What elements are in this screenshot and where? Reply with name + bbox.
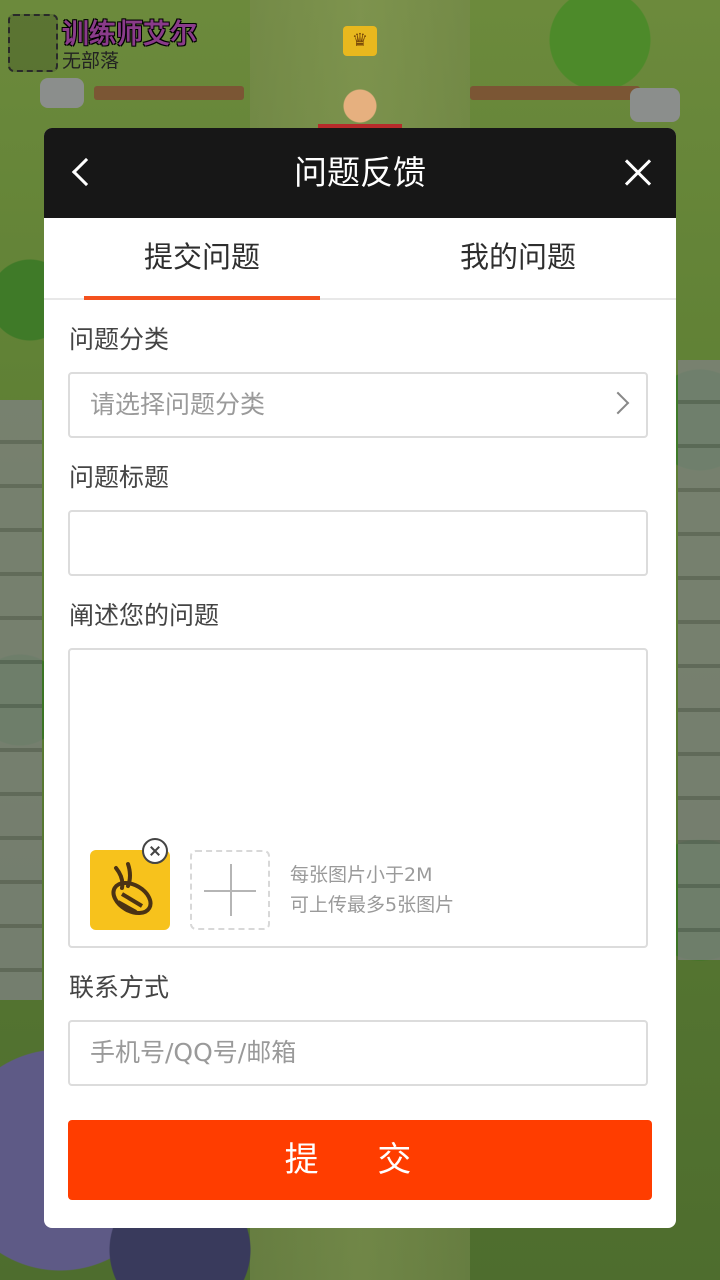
tab-submit-issue[interactable]: 提交问题 — [44, 218, 360, 298]
chevron-right-icon — [606, 391, 630, 415]
feedback-dialog: 问题反馈 提交问题 我的问题 问题分类 请选择问题分类 问题标题 阐述您的问题 — [44, 128, 676, 1228]
category-label: 问题分类 — [69, 325, 170, 354]
tab-my-issues[interactable]: 我的问题 — [360, 218, 676, 298]
stone-wall — [678, 360, 720, 960]
fence — [94, 86, 244, 100]
description-textarea[interactable]: 每张图片小于2M 可上传最多5张图片 — [68, 648, 648, 948]
dialog-header: 问题反馈 — [44, 128, 676, 218]
tab-bar: 提交问题 我的问题 — [44, 218, 676, 300]
issue-title-label: 问题标题 — [69, 463, 170, 492]
issue-title-input[interactable] — [68, 510, 648, 576]
submit-button[interactable]: 提 交 — [68, 1120, 652, 1200]
category-placeholder: 请选择问题分类 — [90, 390, 266, 419]
bee-app-icon — [111, 862, 153, 916]
description-label: 阐述您的问题 — [69, 601, 220, 630]
add-image-button[interactable] — [190, 850, 270, 930]
stone-wall — [0, 400, 42, 1000]
clan-shield-icon — [8, 14, 58, 72]
rock — [40, 78, 84, 108]
contact-placeholder: 手机号/QQ号/邮箱 — [90, 1038, 297, 1067]
remove-image-button[interactable] — [142, 838, 168, 864]
fence — [470, 86, 640, 100]
crown-icon: ♛ — [343, 26, 377, 56]
dialog-title: 问题反馈 — [294, 153, 426, 192]
upload-size-hint: 每张图片小于2M — [290, 864, 433, 886]
contact-input[interactable]: 手机号/QQ号/邮箱 — [68, 1020, 648, 1086]
close-button[interactable] — [618, 153, 658, 193]
upload-count-hint: 可上传最多5张图片 — [290, 894, 455, 916]
clan-name: 无部落 — [62, 50, 120, 72]
category-select[interactable]: 请选择问题分类 — [68, 372, 648, 438]
contact-label: 联系方式 — [69, 973, 170, 1002]
rock — [630, 88, 680, 122]
active-tab-indicator — [84, 296, 320, 300]
uploaded-image-thumbnail[interactable] — [90, 838, 170, 930]
